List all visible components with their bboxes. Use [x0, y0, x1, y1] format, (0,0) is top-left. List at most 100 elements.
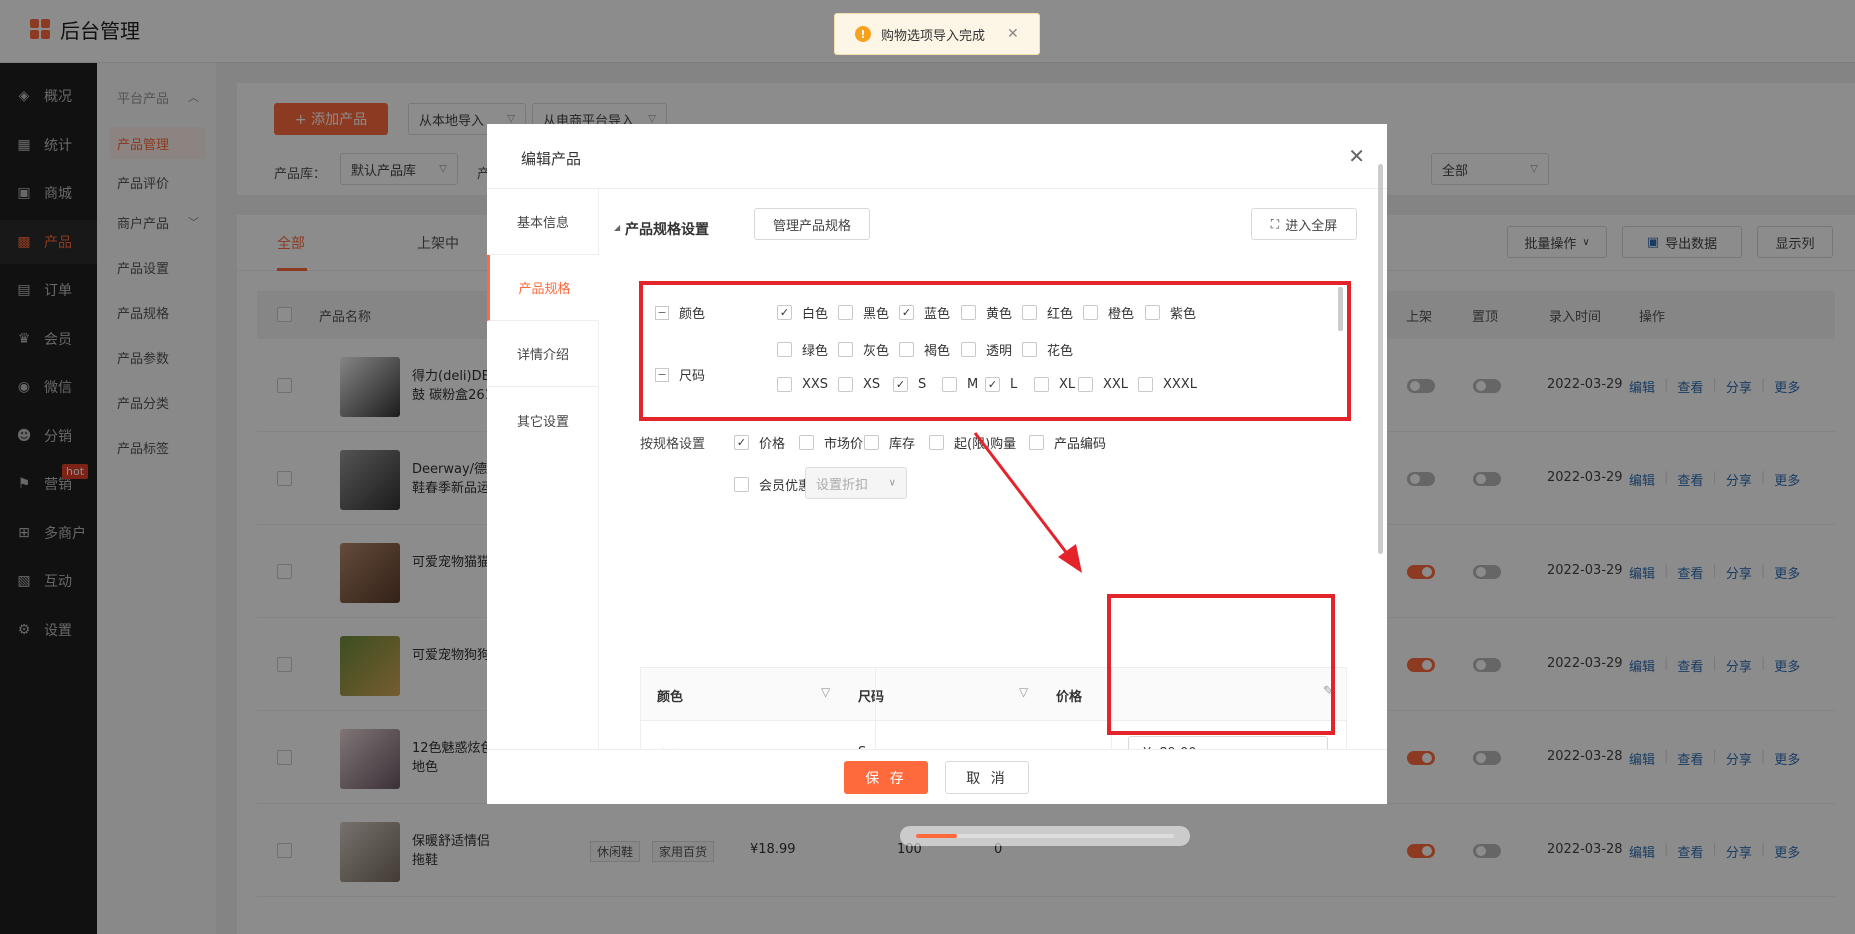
- color-option[interactable]: 黄色: [961, 303, 1012, 322]
- checkbox-checked[interactable]: ✓: [893, 377, 908, 392]
- checkbox[interactable]: [961, 342, 976, 357]
- group-label: 尺码: [679, 369, 706, 384]
- checkbox[interactable]: [838, 377, 853, 392]
- spec-options-box: − 颜色 − 尺码 ✓ 白色 黑色 ✓ 蓝色 黄色 红色 橙色 紫色绿色 灰色 褐色 透明 花色 XXS X…: [639, 281, 1351, 421]
- collapse-triangle-icon[interactable]: ◢: [614, 223, 620, 232]
- color-option[interactable]: 花色: [1022, 340, 1073, 359]
- option-label: M: [967, 377, 979, 392]
- checkbox[interactable]: [1022, 342, 1037, 357]
- checkbox[interactable]: [961, 305, 976, 320]
- checkbox[interactable]: [1138, 377, 1153, 392]
- loading-progress: [900, 826, 1190, 846]
- option-label: 产品编码: [1054, 437, 1107, 452]
- size-group-label[interactable]: − 尺码: [655, 365, 705, 384]
- scrollbar-thumb[interactable]: [1338, 287, 1343, 331]
- manage-spec-button[interactable]: 管理产品规格: [754, 208, 870, 240]
- checkbox[interactable]: [1145, 305, 1160, 320]
- option-label: 褐色: [924, 344, 951, 359]
- color-option[interactable]: ✓ 蓝色: [899, 303, 950, 322]
- option-label: 绿色: [802, 344, 829, 359]
- checkbox-checked[interactable]: ✓: [734, 435, 749, 450]
- color-option[interactable]: 透明: [961, 340, 1012, 359]
- option-label: 库存: [889, 437, 916, 452]
- checkbox-checked[interactable]: ✓: [985, 377, 1000, 392]
- color-option[interactable]: 红色: [1022, 303, 1073, 322]
- toast-notification: ! 购物选项导入完成 ✕: [834, 13, 1040, 55]
- size-option[interactable]: XXL: [1078, 377, 1128, 392]
- checkbox[interactable]: [734, 477, 749, 492]
- checkbox[interactable]: [1078, 377, 1093, 392]
- dialog-nav-detail[interactable]: 详情介绍: [487, 321, 599, 387]
- by-spec-label: 按规格设置: [640, 437, 706, 452]
- member-discount-option[interactable]: 会员优惠: [734, 475, 811, 494]
- color-option[interactable]: 灰色: [838, 340, 889, 359]
- option-label: 花色: [1047, 344, 1074, 359]
- filter-icon[interactable]: ▽: [1019, 685, 1028, 699]
- collapse-icon: −: [655, 367, 669, 382]
- price-annotation-box: [1107, 594, 1335, 735]
- discount-select[interactable]: 设置折扣 ∨: [805, 467, 907, 499]
- checkbox[interactable]: [1034, 377, 1049, 392]
- option-label: 市场价: [824, 437, 864, 452]
- by-spec-option[interactable]: ✓ 价格: [734, 433, 785, 452]
- by-spec-option[interactable]: 市场价: [799, 433, 863, 452]
- checkbox[interactable]: [777, 377, 792, 392]
- select-value: 设置折扣: [816, 477, 869, 493]
- checkbox-checked[interactable]: ✓: [777, 305, 792, 320]
- color-option[interactable]: 橙色: [1083, 303, 1134, 322]
- checkbox[interactable]: [929, 435, 944, 450]
- size-option[interactable]: XL: [1034, 377, 1075, 392]
- option-label: 灰色: [863, 344, 890, 359]
- chevron-down-icon: ∨: [888, 477, 896, 489]
- save-button[interactable]: 保 存: [844, 761, 928, 794]
- checkbox[interactable]: [838, 342, 853, 357]
- color-option[interactable]: ✓ 白色: [777, 303, 828, 322]
- close-icon[interactable]: ✕: [1007, 26, 1019, 42]
- checkbox[interactable]: [1083, 305, 1098, 320]
- option-label: 橙色: [1108, 307, 1135, 322]
- option-label: 价格: [759, 437, 786, 452]
- col-color: 颜色: [657, 690, 684, 705]
- checkbox[interactable]: [864, 435, 879, 450]
- checkbox-checked[interactable]: ✓: [899, 305, 914, 320]
- option-label: XXL: [1103, 377, 1129, 392]
- option-label: L: [1010, 377, 1018, 392]
- checkbox[interactable]: [1029, 435, 1044, 450]
- close-icon[interactable]: ✕: [1348, 144, 1365, 168]
- price-input[interactable]: ¥89.00: [1128, 736, 1328, 749]
- color-option[interactable]: 绿色: [777, 340, 828, 359]
- size-option[interactable]: XS: [838, 377, 880, 392]
- option-label: XXXL: [1163, 377, 1197, 392]
- dialog-nav-spec[interactable]: 产品规格: [487, 255, 599, 321]
- by-spec-option[interactable]: 库存: [864, 433, 915, 452]
- divider: [875, 668, 876, 720]
- filter-icon[interactable]: ▽: [821, 685, 830, 699]
- option-label: 黄色: [986, 307, 1013, 322]
- progress-track: [916, 834, 1174, 838]
- size-option[interactable]: XXS: [777, 377, 828, 392]
- divider: [875, 721, 876, 749]
- color-option[interactable]: 褐色: [899, 340, 950, 359]
- checkbox[interactable]: [942, 377, 957, 392]
- checkbox[interactable]: [777, 342, 792, 357]
- size-option[interactable]: ✓ S: [893, 377, 926, 392]
- color-group-label[interactable]: − 颜色: [655, 303, 705, 322]
- by-spec-option[interactable]: 产品编码: [1029, 433, 1106, 452]
- color-option[interactable]: 黑色: [838, 303, 889, 322]
- checkbox[interactable]: [799, 435, 814, 450]
- dialog-scrollbar[interactable]: [1378, 164, 1383, 554]
- size-option[interactable]: M: [942, 377, 978, 392]
- dialog-nav-other[interactable]: 其它设置: [487, 387, 599, 453]
- cancel-button[interactable]: 取 消: [945, 761, 1029, 794]
- checkbox[interactable]: [838, 305, 853, 320]
- dialog-nav: 基本信息 产品规格 详情介绍 其它设置: [487, 189, 599, 749]
- dialog-title: 编辑产品: [521, 150, 582, 168]
- checkbox[interactable]: [1022, 305, 1037, 320]
- size-option[interactable]: XXXL: [1138, 377, 1197, 392]
- size-option[interactable]: ✓ L: [985, 377, 1017, 392]
- fullscreen-button[interactable]: ⛶ 进入全屏: [1251, 208, 1357, 240]
- dialog-nav-basic[interactable]: 基本信息: [487, 189, 599, 255]
- checkbox[interactable]: [899, 342, 914, 357]
- by-spec-option[interactable]: 起(限)购量: [929, 433, 1016, 452]
- color-option[interactable]: 紫色: [1145, 303, 1196, 322]
